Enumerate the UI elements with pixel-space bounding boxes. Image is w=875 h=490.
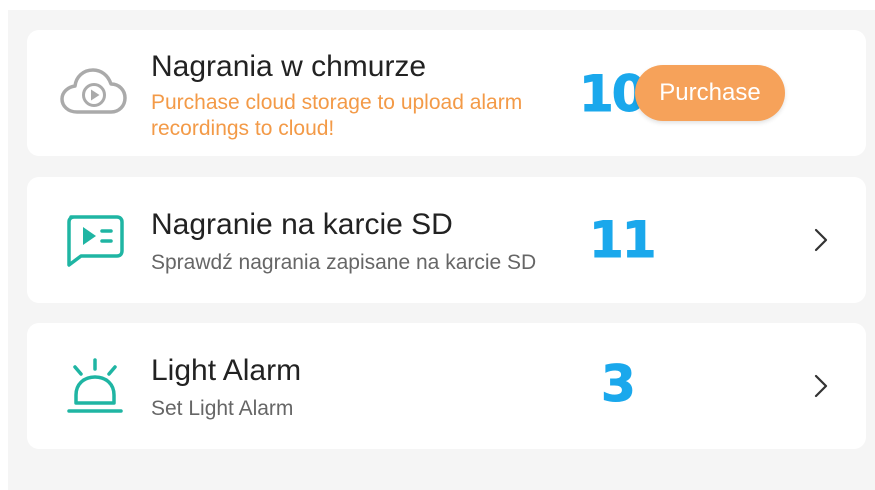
sd-card-recordings-card[interactable]: Nagranie na karcie SD Sprawdź nagrania z… xyxy=(27,177,866,303)
item-subtitle: Purchase cloud storage to upload alarm r… xyxy=(151,91,523,140)
purchase-button[interactable]: Purchase xyxy=(635,65,785,121)
cloud-play-icon xyxy=(59,64,127,122)
item-subtitle: Set Light Alarm xyxy=(151,397,294,420)
cloud-recordings-card[interactable]: Nagrania w chmurze Purchase cloud storag… xyxy=(27,30,866,156)
alarm-light-icon xyxy=(59,357,127,415)
number-badge: 11 xyxy=(589,211,658,269)
item-title: Light Alarm xyxy=(151,354,302,387)
chevron-right-icon xyxy=(814,228,828,252)
item-title: Nagranie na karcie SD xyxy=(151,208,453,241)
item-subtitle: Sprawdź nagrania zapisane na karcie SD xyxy=(151,251,537,274)
item-title: Nagrania w chmurze xyxy=(151,50,427,83)
light-alarm-card[interactable]: Light Alarm Set Light Alarm 3 xyxy=(27,323,866,449)
sd-card-recording-icon xyxy=(59,211,127,269)
number-badge: 3 xyxy=(601,355,637,413)
chevron-right-icon xyxy=(814,374,828,398)
